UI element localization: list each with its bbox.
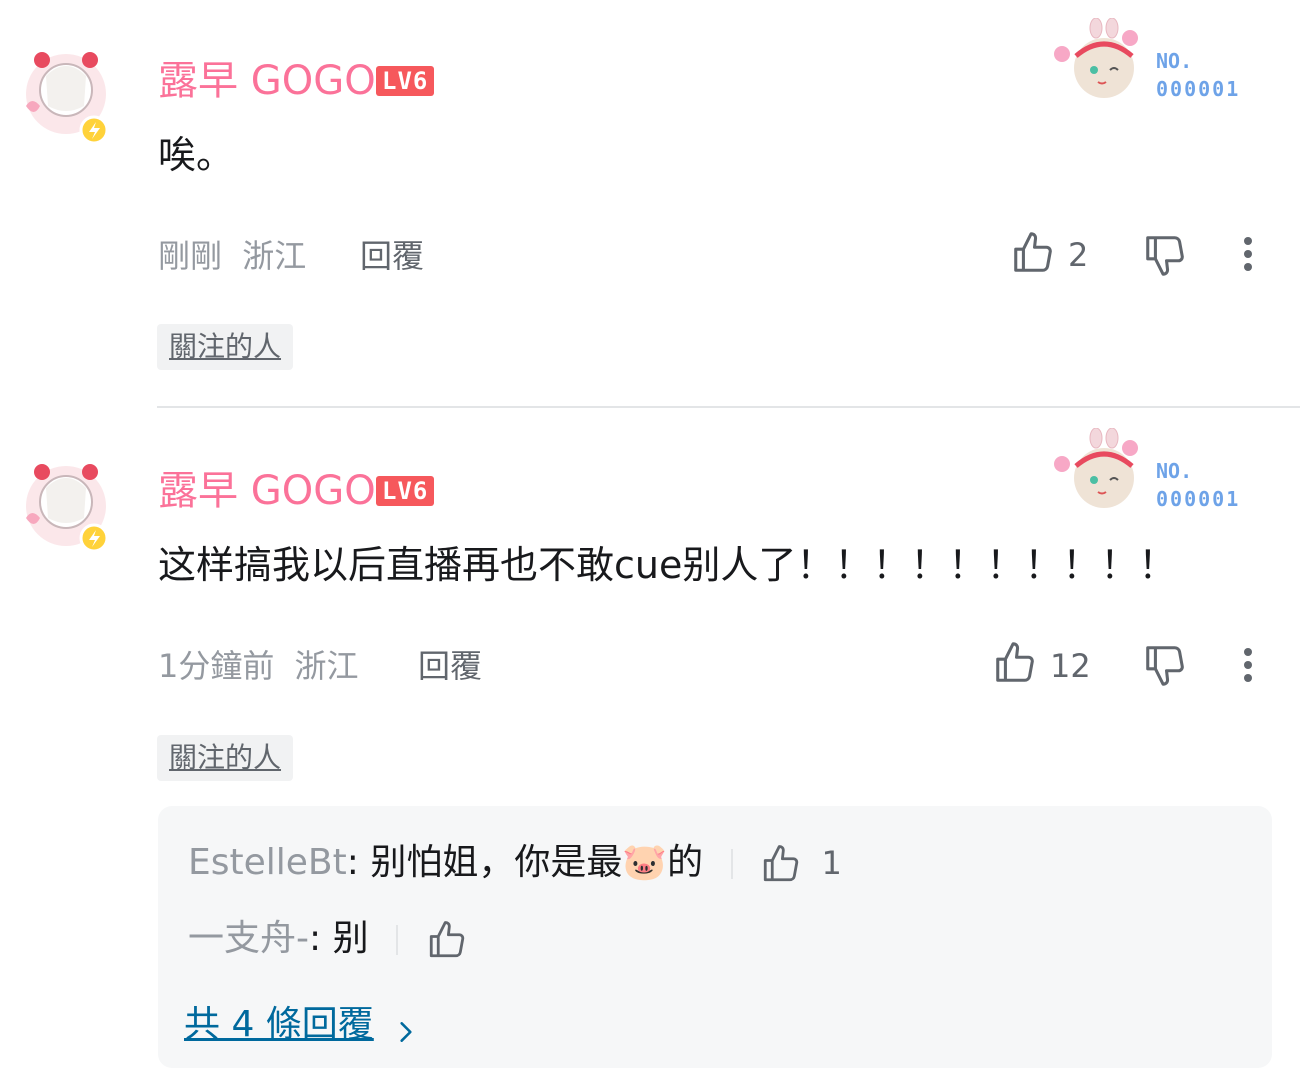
more-replies-link[interactable]: 共 4 條回覆: [184, 1002, 419, 1048]
number-badge[interactable]: NO. 000001: [1046, 428, 1256, 514]
reply-like-count: 1: [821, 844, 842, 882]
reply-button[interactable]: 回覆: [360, 236, 424, 276]
thumb-up-icon: [996, 642, 1034, 682]
avatar[interactable]: [18, 46, 114, 146]
reply-item[interactable]: EstelleBt: 别怕姐，你是最🐷的 1: [188, 840, 842, 886]
comment-text: 这样搞我以后直播再也不敢cue别人了！！！！！！！！！！: [158, 543, 1177, 587]
number-badge[interactable]: NO. 000001: [1046, 18, 1256, 104]
level-badge: LV6: [376, 66, 435, 96]
reply-username[interactable]: 一支舟-: [188, 918, 309, 959]
avatar-image: [26, 52, 109, 145]
reply-colon: :: [309, 918, 322, 959]
thumb-up-icon[interactable]: [760, 843, 802, 885]
dislike-button[interactable]: [1142, 232, 1188, 282]
comment-location: 浙江: [294, 647, 359, 685]
follow-tag[interactable]: 關注的人: [157, 735, 294, 781]
badge-number: 000001: [1156, 487, 1241, 511]
comment-text: 唉。: [158, 133, 235, 177]
more-icon[interactable]: [1244, 232, 1252, 276]
comment-divider: [157, 406, 1300, 408]
thumb-down-icon: [1146, 646, 1184, 686]
reply-username[interactable]: EstelleBt: [188, 842, 347, 883]
badge-no-label: NO.: [1156, 49, 1193, 73]
pig-emoji-icon: 🐷: [622, 842, 668, 883]
dislike-button[interactable]: [1142, 642, 1188, 692]
chevron-right-icon: [400, 1021, 412, 1042]
reply-button[interactable]: 回覆: [418, 646, 482, 686]
reply-text: 别: [332, 918, 369, 959]
thumb-up-icon: [1014, 232, 1052, 272]
like-button[interactable]: [992, 640, 1038, 690]
comment-time: 1分鐘前: [158, 647, 275, 685]
reply-item[interactable]: 一支舟-: 别: [188, 916, 468, 962]
badge-number: 000001: [1156, 77, 1241, 101]
reply-colon: :: [346, 842, 359, 883]
separator: [730, 849, 733, 879]
follow-tag[interactable]: 關注的人: [157, 324, 294, 370]
more-icon[interactable]: [1244, 643, 1252, 687]
avatar[interactable]: [18, 458, 114, 558]
comment-meta: 1分鐘前 浙江: [158, 646, 359, 686]
separator: [396, 925, 399, 955]
badge-character-icon: [1054, 428, 1138, 508]
like-button[interactable]: [1010, 230, 1056, 280]
comment-time: 剛剛: [158, 237, 223, 275]
badge-character-icon: [1054, 18, 1138, 98]
username[interactable]: 露早 GOGO: [158, 58, 376, 104]
comment-meta: 剛剛 浙江: [158, 236, 306, 276]
avatar-image: [26, 464, 109, 553]
reply-text-end: 的: [667, 842, 704, 883]
level-label: LV6: [376, 476, 435, 506]
like-count: 12: [1050, 647, 1091, 685]
level-label: LV6: [376, 66, 435, 96]
badge-no-label: NO.: [1156, 459, 1193, 483]
more-replies-label[interactable]: 共 4 條回覆: [184, 1004, 374, 1045]
thumb-down-icon: [1146, 236, 1184, 276]
comment-location: 浙江: [242, 237, 307, 275]
replies-panel: EstelleBt: 别怕姐，你是最🐷的 1 一支舟-: 别 共 4 條回覆: [158, 806, 1272, 1068]
thumb-up-icon[interactable]: [426, 919, 468, 961]
like-count: 2: [1068, 236, 1089, 274]
reply-text: 别怕姐，你是最: [370, 842, 623, 883]
username[interactable]: 露早 GOGO: [158, 468, 376, 514]
level-badge: LV6: [376, 476, 435, 506]
